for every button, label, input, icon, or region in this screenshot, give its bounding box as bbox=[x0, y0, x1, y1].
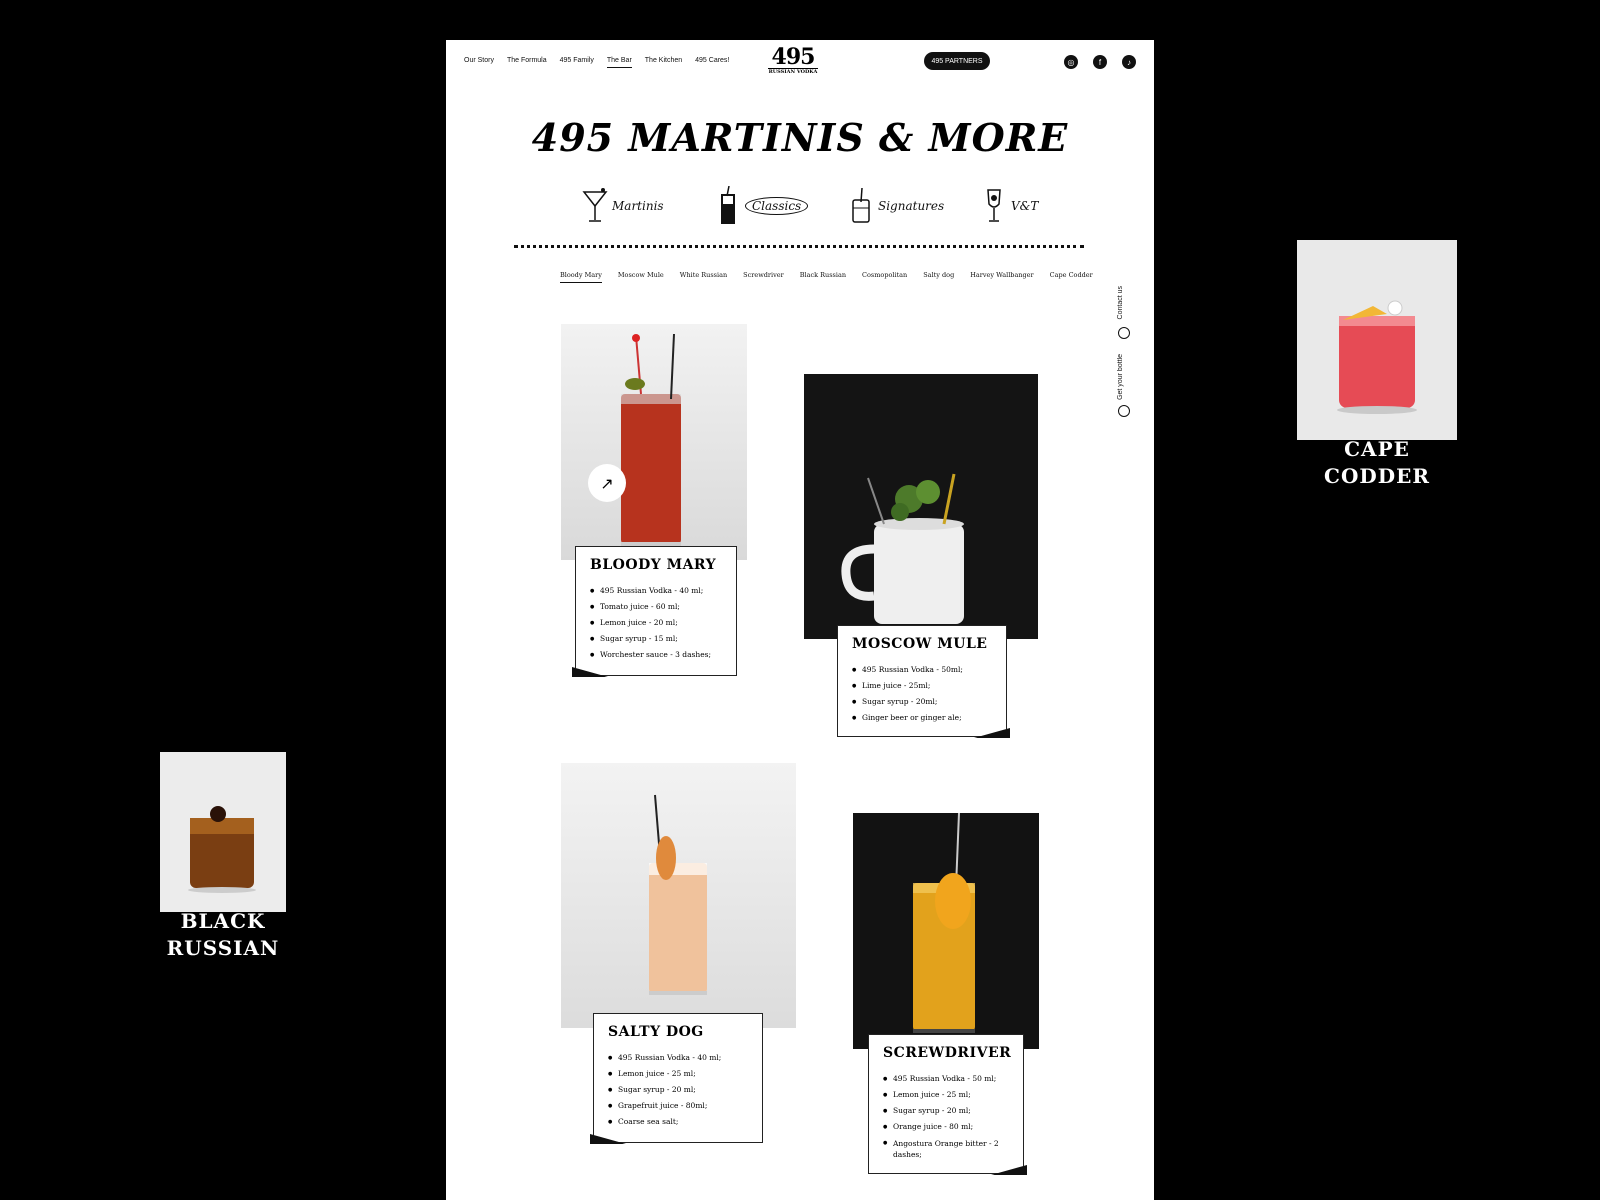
open-recipe-button[interactable]: ↗ bbox=[588, 464, 626, 502]
ingredient-list: 495 Russian Vodka - 50ml; Lime juice - 2… bbox=[852, 662, 994, 726]
moscow-mule-photo bbox=[804, 374, 1038, 639]
recipe-title: SALTY DOG bbox=[608, 1024, 704, 1040]
dotted-divider bbox=[514, 245, 1084, 248]
card-corner-decoration bbox=[991, 1165, 1027, 1175]
partners-button[interactable]: 495 PARTNERS bbox=[924, 52, 990, 70]
logo-subtitle: RUSSIAN VODKA bbox=[768, 68, 818, 75]
subnav-cosmopolitan[interactable]: Cosmopolitan bbox=[862, 271, 907, 279]
ingredient: Grapefruit juice - 80ml; bbox=[608, 1098, 750, 1114]
tab-martinis[interactable]: Martinis bbox=[582, 186, 715, 226]
tab-classics[interactable]: Classics bbox=[715, 186, 848, 226]
nav-the-formula[interactable]: The Formula bbox=[507, 57, 547, 64]
ingredient: Lime juice - 25ml; bbox=[852, 678, 994, 694]
arrow-up-right-icon: ↗ bbox=[600, 473, 614, 493]
nav-our-story[interactable]: Our Story bbox=[464, 57, 494, 64]
tab-vt-label: V&T bbox=[1011, 199, 1039, 213]
ingredient: 495 Russian Vodka - 50 ml; bbox=[883, 1071, 1011, 1087]
ingredient-list: 495 Russian Vodka - 40 ml; Lemon juice -… bbox=[608, 1050, 750, 1130]
main-nav: Our Story The Formula 495 Family The Bar… bbox=[464, 57, 729, 68]
subnav-white-russian[interactable]: White Russian bbox=[680, 271, 727, 279]
cape-codder-preview[interactable]: CAPE CODDER bbox=[1297, 240, 1457, 490]
ingredient: Angostura Orange bitter - 2 dashes; bbox=[883, 1135, 1011, 1160]
ingredient: Sugar syrup - 15 ml; bbox=[590, 631, 724, 647]
salty-dog-image[interactable] bbox=[561, 763, 796, 1028]
page-title: 495 MARTINIS & MORE bbox=[531, 115, 1069, 160]
tab-signatures-label: Signatures bbox=[878, 199, 945, 213]
card-corner-decoration bbox=[590, 1134, 626, 1144]
moscow-mule-image[interactable] bbox=[804, 374, 1038, 639]
martini-glass-icon bbox=[582, 188, 608, 222]
ingredient: Worchester sauce - 3 dashes; bbox=[590, 647, 724, 663]
recipe-title: MOSCOW MULE bbox=[852, 636, 988, 652]
ingredient: 495 Russian Vodka - 40 ml; bbox=[590, 583, 724, 599]
brand-logo[interactable]: 495 RUSSIAN VODKA bbox=[768, 46, 818, 76]
tab-signatures[interactable]: Signatures bbox=[848, 186, 981, 226]
logo-number: 495 bbox=[771, 44, 816, 70]
screwdriver-image[interactable] bbox=[853, 813, 1039, 1049]
ingredient: Coarse sea salt; bbox=[608, 1114, 750, 1130]
nav-495-family[interactable]: 495 Family bbox=[560, 57, 594, 64]
subnav-cape-codder[interactable]: Cape Codder bbox=[1050, 271, 1093, 279]
ingredient: Ginger beer or ginger ale; bbox=[852, 710, 994, 726]
recipe-card-salty-dog: SALTY DOG 495 Russian Vodka - 40 ml; Lem… bbox=[590, 1013, 763, 1144]
recipe-title: SCREWDRIVER bbox=[883, 1045, 1012, 1061]
recipe-title: BLOODY MARY bbox=[590, 557, 717, 573]
cape-codder-title-line1: CAPE bbox=[1344, 437, 1410, 461]
black-russian-preview[interactable]: BLACK RUSSIAN bbox=[160, 752, 286, 962]
ingredient-list: 495 Russian Vodka - 40 ml; Tomato juice … bbox=[590, 583, 724, 663]
subnav-screwdriver[interactable]: Screwdriver bbox=[743, 271, 784, 279]
cocktail-subnav: Bloody Mary Moscow Mule White Russian Sc… bbox=[560, 271, 1093, 283]
mail-icon[interactable] bbox=[1118, 327, 1130, 339]
card-corner-decoration bbox=[974, 728, 1010, 738]
nav-the-kitchen[interactable]: The Kitchen bbox=[645, 57, 682, 64]
bloody-mary-image[interactable] bbox=[561, 324, 747, 560]
instagram-icon[interactable]: ◎ bbox=[1064, 55, 1078, 69]
card-corner-decoration bbox=[572, 667, 608, 677]
rocks-glass-icon bbox=[852, 187, 870, 223]
cape-codder-title-line2: CODDER bbox=[1324, 464, 1430, 488]
bottle-icon[interactable] bbox=[1118, 405, 1130, 417]
recipe-card-screwdriver: SCREWDRIVER 495 Russian Vodka - 50 ml; L… bbox=[868, 1034, 1027, 1175]
tab-vt[interactable]: V&T bbox=[981, 186, 1114, 226]
subnav-black-russian[interactable]: Black Russian bbox=[800, 271, 846, 279]
tab-classics-label: Classics bbox=[745, 197, 809, 215]
recipe-card-moscow-mule: MOSCOW MULE 495 Russian Vodka - 50ml; Li… bbox=[837, 625, 1010, 738]
highball-glass-icon bbox=[721, 186, 735, 224]
screwdriver-photo bbox=[853, 813, 1039, 1049]
ingredient-list: 495 Russian Vodka - 50 ml; Lemon juice -… bbox=[883, 1071, 1011, 1160]
subnav-moscow-mule[interactable]: Moscow Mule bbox=[618, 271, 664, 279]
category-tabs: Martinis Classics Signatures V&T bbox=[582, 186, 1114, 226]
contact-us-link[interactable]: Contact us bbox=[1117, 286, 1124, 319]
ingredient: Lemon juice - 25 ml; bbox=[883, 1087, 1011, 1103]
ingredient: Sugar syrup - 20 ml; bbox=[883, 1103, 1011, 1119]
wine-glass-icon bbox=[987, 189, 1001, 222]
nav-495-cares[interactable]: 495 Cares! bbox=[695, 57, 729, 64]
ingredient: Lemon juice - 25 ml; bbox=[608, 1066, 750, 1082]
subnav-harvey-wallbanger[interactable]: Harvey Wallbanger bbox=[970, 271, 1033, 279]
subnav-salty-dog[interactable]: Salty dog bbox=[923, 271, 954, 279]
ingredient: Sugar syrup - 20 ml; bbox=[608, 1082, 750, 1098]
page-container: Our Story The Formula 495 Family The Bar… bbox=[446, 40, 1154, 1200]
ingredient: Tomato juice - 60 ml; bbox=[590, 599, 724, 615]
black-russian-title-line2: RUSSIAN bbox=[166, 936, 280, 960]
facebook-icon[interactable]: f bbox=[1093, 55, 1107, 69]
recipe-card-bloody-mary: BLOODY MARY 495 Russian Vodka - 40 ml; T… bbox=[572, 546, 737, 677]
subnav-bloody-mary[interactable]: Bloody Mary bbox=[560, 271, 602, 283]
ingredient: Sugar syrup - 20ml; bbox=[852, 694, 994, 710]
cape-codder-photo bbox=[1297, 240, 1457, 440]
ingredient: Lemon juice - 20 ml; bbox=[590, 615, 724, 631]
black-russian-photo bbox=[160, 752, 286, 912]
tiktok-icon[interactable]: ♪ bbox=[1122, 55, 1136, 69]
black-russian-title-line1: BLACK bbox=[180, 909, 266, 933]
ingredient: Orange juice - 80 ml; bbox=[883, 1119, 1011, 1135]
nav-the-bar[interactable]: The Bar bbox=[606, 57, 632, 68]
ingredient: 495 Russian Vodka - 40 ml; bbox=[608, 1050, 750, 1066]
tab-martinis-label: Martinis bbox=[612, 199, 664, 213]
bloody-mary-photo bbox=[561, 324, 747, 560]
salty-dog-photo bbox=[561, 763, 796, 1028]
ingredient: 495 Russian Vodka - 50ml; bbox=[852, 662, 994, 678]
get-bottle-link[interactable]: Get your bottle bbox=[1117, 354, 1124, 400]
